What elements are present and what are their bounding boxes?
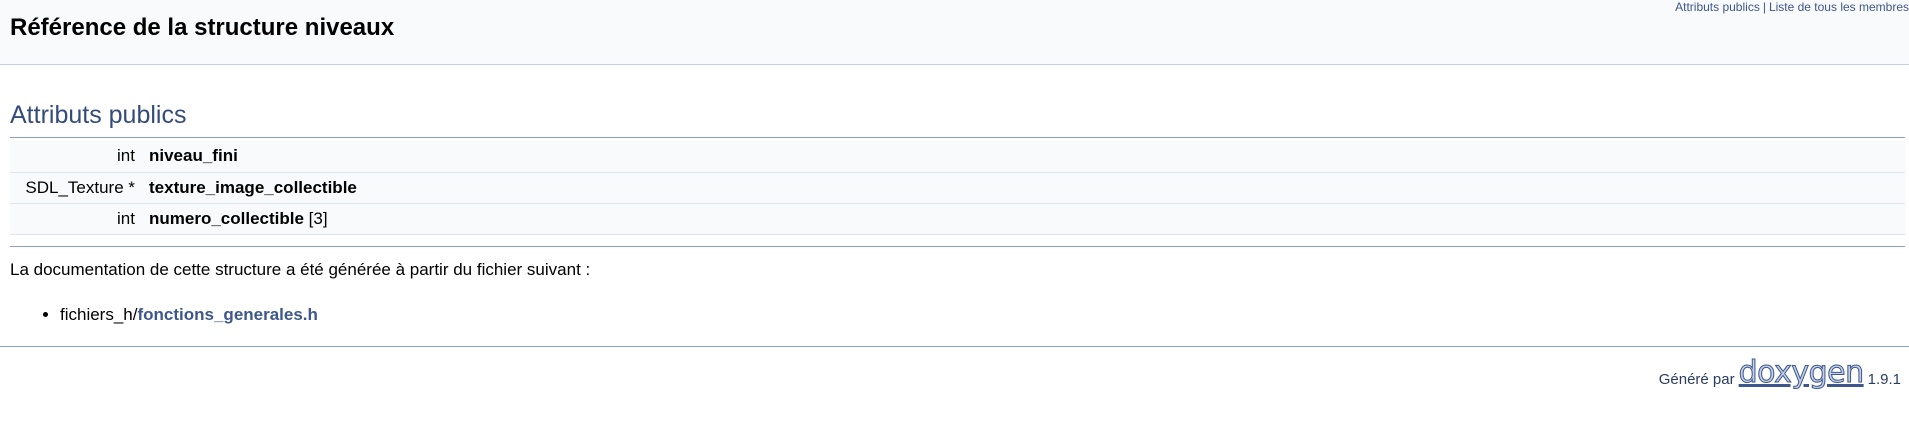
summary-separator: |: [1762, 0, 1766, 14]
source-file-link[interactable]: fonctions_generales.h: [137, 305, 317, 324]
member-row: SDL_Texture * texture_image_collectible: [10, 172, 1905, 203]
member-name-cell: niveau_fini: [149, 141, 1905, 172]
summary-link-all-members[interactable]: Liste de tous les membres: [1769, 0, 1909, 14]
generated-from-text: La documentation de cette structure a ét…: [10, 260, 591, 279]
member-name[interactable]: niveau_fini: [149, 146, 238, 165]
member-type: SDL_Texture *: [25, 177, 135, 197]
page-title: Référence de la structure niveaux: [10, 14, 395, 41]
member-array-size: [3]: [303, 208, 328, 228]
source-file-list: fichiers_h/fonctions_generales.h: [40, 305, 318, 325]
footer-divider: [0, 346, 1909, 347]
table-divider: [10, 246, 1905, 247]
member-name-cell: numero_collectible [3]: [149, 203, 1905, 234]
section-heading-public-attributes: Attributs publics: [10, 101, 187, 129]
doxygen-logo[interactable]: doxygen: [1738, 357, 1865, 388]
member-type: int: [117, 146, 135, 166]
member-table: int niveau_fini SDL_Texture * texture_im…: [10, 141, 1905, 235]
member-name[interactable]: numero_collectible: [149, 209, 304, 228]
generated-by-label: Généré par: [1658, 371, 1735, 388]
source-file-dir: fichiers_h/: [60, 305, 138, 324]
page-header: Attributs publics | Liste de tous les memb…: [0, 0, 1909, 65]
member-name[interactable]: texture_image_collectible: [149, 178, 357, 197]
summary-link-public-attributes[interactable]: Attributs publics: [1675, 0, 1760, 14]
summary-links: Attributs publics | Liste de tous les memb…: [1675, 0, 1909, 14]
section-divider: [10, 137, 1905, 138]
doxygen-version: 1.9.1: [1867, 371, 1901, 388]
source-file-item: fichiers_h/fonctions_generales.h: [60, 305, 318, 325]
member-type: int: [117, 208, 135, 228]
member-name-cell: texture_image_collectible: [149, 172, 1905, 203]
member-row: int niveau_fini: [10, 141, 1905, 172]
member-row: int numero_collectible [3]: [10, 203, 1905, 234]
footer: Généré par doxygen 1.9.1: [1658, 357, 1901, 388]
